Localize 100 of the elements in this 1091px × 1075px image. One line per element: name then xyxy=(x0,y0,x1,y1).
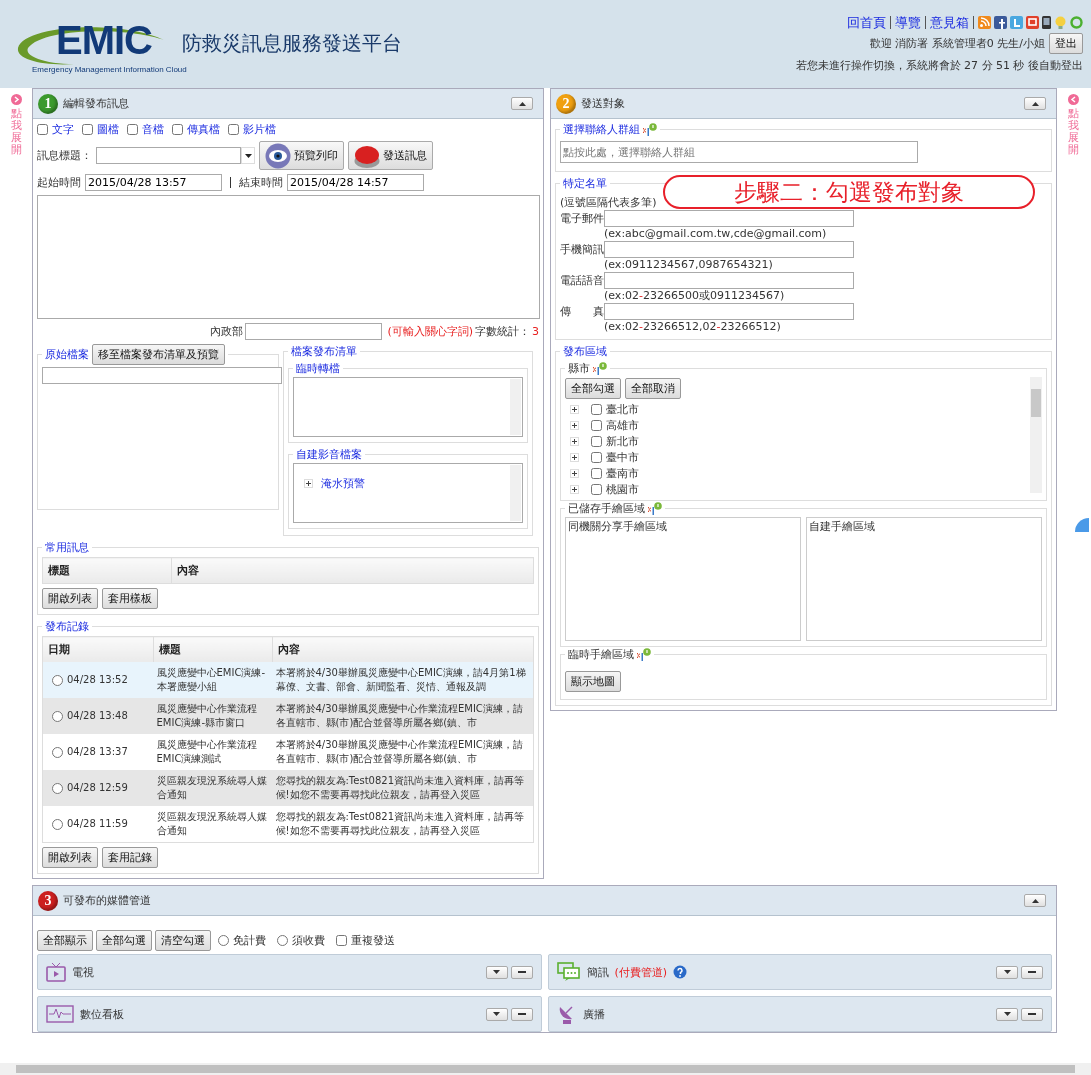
contact-group-field[interactable]: 點按此處，選擇聯絡人群組 xyxy=(560,141,918,163)
tree-item[interactable]: 淹水預警 xyxy=(321,476,365,491)
minus-icon xyxy=(1028,1013,1036,1015)
radio-button[interactable] xyxy=(52,710,63,722)
checkbox[interactable] xyxy=(228,124,239,135)
checkbox[interactable] xyxy=(591,451,602,463)
logout-button[interactable]: 登出 xyxy=(1049,33,1083,54)
checkbox[interactable] xyxy=(37,124,48,135)
header-link[interactable]: 回首頁 xyxy=(843,16,890,29)
table-row[interactable]: 04/28 13:37 風災應變中心作業流程EMIC演練測試 本署將於4/30舉辦風災應變中心作業流程EMIC演練，請各直轄市、縣(市)配合並督導所屬各鄉(鎮、市 xyxy=(42,734,534,770)
recipient-field[interactable] xyxy=(604,303,854,320)
area-list[interactable]: 同機關分享手繪區域 xyxy=(565,517,801,641)
waveform-board-icon xyxy=(46,1005,74,1023)
action-button[interactable]: 開啟列表 xyxy=(42,588,98,609)
header-link[interactable]: 導覽 xyxy=(890,16,925,29)
file-field[interactable] xyxy=(42,367,282,384)
checkbox[interactable] xyxy=(172,124,183,135)
help-icon[interactable] xyxy=(637,648,651,661)
recipient-field[interactable] xyxy=(604,241,854,258)
column-header: 標題 xyxy=(153,636,273,662)
checkbox[interactable] xyxy=(591,403,602,415)
dropdown-button[interactable] xyxy=(485,1007,508,1021)
step-badge: 3 xyxy=(38,890,58,911)
dropdown-button[interactable] xyxy=(996,1007,1018,1021)
checkbox[interactable] xyxy=(591,483,602,495)
phone-icon[interactable] xyxy=(1042,16,1051,29)
show-map-button[interactable]: 顯示地圖 xyxy=(565,671,621,692)
caret-icon xyxy=(518,101,526,106)
scrollbar[interactable] xyxy=(510,379,521,435)
table-row[interactable]: 04/28 12:59 災區親友現況系統尋人媒合通知 您尋找的親友為:Test0821資訊尚未進入資料庫，請再等候!如您不需要再尋找此位親友，請再登入災區 xyxy=(42,770,534,806)
move-to-list-button[interactable]: 移至檔案發布清單及預覽 xyxy=(92,344,225,365)
minimize-button[interactable] xyxy=(1021,965,1043,979)
file-listbox[interactable]: 淹水預警 xyxy=(293,463,523,523)
header-link[interactable]: 意見箱 xyxy=(925,16,973,29)
county-label: 臺中市 xyxy=(606,449,639,465)
minimize-button[interactable] xyxy=(1021,1007,1043,1021)
recipient-field[interactable] xyxy=(604,272,854,289)
option-label: 須收費 xyxy=(292,933,325,948)
checkbox[interactable] xyxy=(336,935,347,946)
table-cell: 您尋找的親友為:Test0821資訊尚未進入資料庫，請再等候!如您不需要再尋找此位親友，請再登入災區 xyxy=(272,770,534,806)
radio-button[interactable] xyxy=(277,935,288,946)
table-row[interactable]: 04/28 11:59 災區親友現況系統尋人媒合通知 您尋找的親友為:Test0821資訊尚未進入資料庫，請再等候!如您不需要再尋找此位親友，請再登入災區 xyxy=(42,806,534,843)
collapse-button[interactable] xyxy=(1024,97,1046,110)
table-cell: 本署將於4/30舉辦風災應變中心作業流程EMIC演練，請各直轄市、縣(市)配合並督導所屬各鄉(鎮、市 xyxy=(272,698,534,734)
scrollbar[interactable] xyxy=(1030,377,1042,493)
send-message-button[interactable]: 發送訊息 xyxy=(348,141,433,170)
checkbox[interactable] xyxy=(591,435,602,447)
collapse-icon[interactable] xyxy=(1067,94,1079,105)
caret-icon xyxy=(1003,970,1011,974)
end-time-field[interactable]: 2015/04/28 14:57 xyxy=(287,174,424,191)
social-share-icon[interactable] xyxy=(994,16,1007,29)
radio-button[interactable] xyxy=(52,674,63,686)
file-listbox[interactable] xyxy=(293,377,523,437)
recipient-field[interactable] xyxy=(604,210,854,227)
action-button[interactable]: 套用樣板 xyxy=(102,588,158,609)
checkbox[interactable] xyxy=(591,419,602,431)
scrollbar[interactable] xyxy=(510,465,521,521)
radio-button[interactable] xyxy=(52,818,63,830)
help-icon[interactable] xyxy=(643,123,657,136)
preview-print-button[interactable]: 預覽列印 xyxy=(259,141,344,170)
social-share-icon[interactable] xyxy=(1026,16,1039,29)
table-row[interactable]: 04/28 13:48 風災應變中心作業流程EMIC演練-縣市窗口 本署將於4/30舉辦風災應變中心作業流程EMIC演練，請各直轄市、縣(市)配合並督導所屬各鄉(鎮、市 xyxy=(42,698,534,734)
radio-button[interactable] xyxy=(52,746,63,758)
column-header: 內容 xyxy=(272,636,534,662)
help-icon[interactable] xyxy=(648,502,662,515)
action-button[interactable]: 清空勾選 xyxy=(155,930,211,951)
dropdown-button[interactable] xyxy=(485,965,508,979)
date-text: 04/28 13:48 xyxy=(67,709,128,723)
table-row[interactable]: 04/28 13:52 風災應變中心EMIC演練-本署應變小組 本署將於4/30舉辦風災應變中心EMIC演練，請4月第1梯幕僚、文書、部會、新聞監看、災情、通報及調 xyxy=(42,662,534,698)
dropdown-button[interactable] xyxy=(996,965,1018,979)
field-label: 起始時間 xyxy=(37,175,81,190)
action-button[interactable]: 全部顯示 xyxy=(37,930,93,951)
message-textarea[interactable] xyxy=(37,195,540,319)
help-icon[interactable] xyxy=(593,362,607,375)
area-list[interactable]: 自建手繪區域 xyxy=(806,517,1042,641)
help-icon[interactable] xyxy=(673,965,688,979)
checkbox[interactable] xyxy=(82,124,93,135)
collapse-button[interactable] xyxy=(511,97,533,110)
action-button[interactable]: 全部取消 xyxy=(625,378,681,399)
start-time-field[interactable]: 2015/04/28 13:57 xyxy=(85,174,222,191)
scrollbar[interactable] xyxy=(0,1063,1091,1075)
table-cell: 風災應變中心EMIC演練-本署應變小組 xyxy=(153,662,273,698)
keyword-field[interactable] xyxy=(245,323,383,340)
action-button[interactable]: 開啟列表 xyxy=(42,847,98,868)
floating-tab[interactable] xyxy=(1075,518,1089,532)
county-label: 臺南市 xyxy=(606,465,639,481)
minimize-button[interactable] xyxy=(510,1007,533,1021)
checkbox[interactable] xyxy=(591,467,602,479)
radio-button[interactable] xyxy=(52,782,63,794)
radio-button[interactable] xyxy=(218,935,229,946)
keyword-hint: (可輸入關心字詞) xyxy=(387,324,473,339)
expand-icon[interactable] xyxy=(304,479,313,488)
minimize-button[interactable] xyxy=(510,965,533,979)
action-button[interactable]: 套用記錄 xyxy=(102,847,158,868)
count-label: 字數統計： xyxy=(475,324,530,339)
action-button[interactable]: 全部勾選 xyxy=(96,930,152,951)
subject-field[interactable] xyxy=(96,147,241,164)
checkbox[interactable] xyxy=(127,124,138,135)
collapse-button[interactable] xyxy=(1024,894,1046,907)
action-button[interactable]: 全部勾選 xyxy=(565,378,621,399)
